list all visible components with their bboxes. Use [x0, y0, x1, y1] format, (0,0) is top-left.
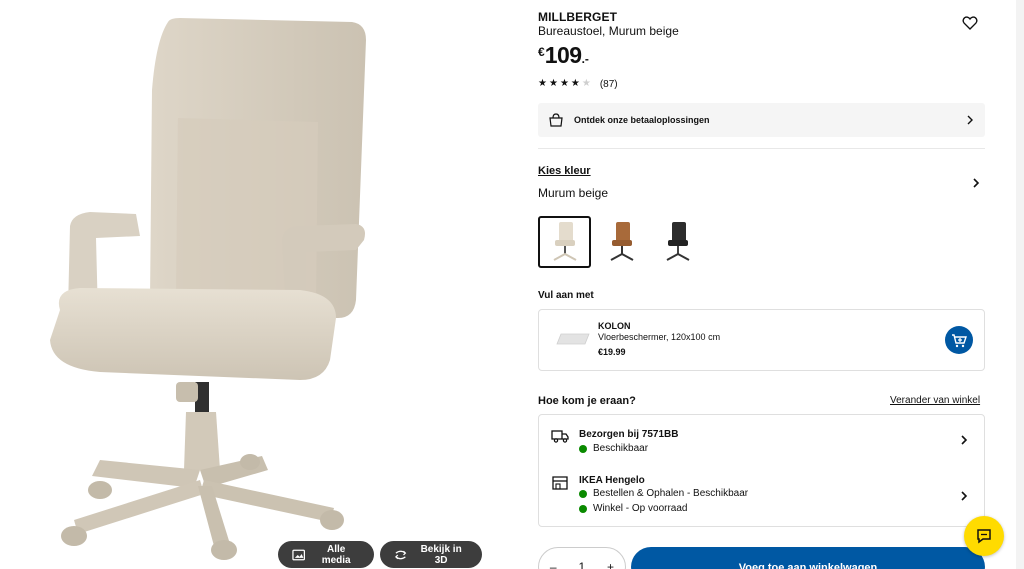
divider: [538, 148, 985, 149]
chat-icon: [977, 529, 991, 544]
delivery-card: Bezorgen bij 7571BB Beschikbaar IKEA Hen…: [538, 414, 985, 527]
star-icon: ★: [570, 78, 580, 89]
color-swatch-brown[interactable]: [595, 216, 648, 268]
all-media-button[interactable]: Alle media: [278, 541, 374, 568]
addon-price: €19.99: [598, 347, 626, 357]
color-swatch-beige[interactable]: [538, 216, 591, 268]
price-integer: 109: [544, 42, 582, 68]
delivery-option-row[interactable]: Bezorgen bij 7571BB Beschikbaar: [539, 415, 984, 466]
truck-icon: [551, 430, 569, 443]
price-currency: €: [538, 45, 545, 59]
delivery-heading: Hoe kom je eraan?: [538, 395, 636, 407]
increase-quantity-button[interactable]: +: [607, 560, 614, 569]
heart-icon[interactable]: [962, 15, 978, 31]
addon-name: KOLON: [598, 321, 631, 331]
store-stock-text: Winkel - Op voorraad: [593, 503, 688, 514]
payment-solutions-banner[interactable]: Ontdek onze betaaloplossingen: [538, 103, 985, 137]
review-count: (87): [599, 78, 618, 90]
product-image-area: Alle media Bekijk in 3D: [0, 0, 505, 569]
star-icon: ★: [548, 78, 558, 89]
payment-solutions-label: Ontdek onze betaaloplossingen: [574, 115, 710, 125]
chevron-right-icon[interactable]: [971, 178, 981, 188]
store-status-pickup: Bestellen & Ophalen - Beschikbaar: [579, 488, 748, 499]
chair-image[interactable]: [0, 0, 505, 569]
add-addon-to-cart-button[interactable]: [945, 326, 973, 354]
star-empty-icon: ★: [581, 78, 591, 89]
scrollbar[interactable]: [1016, 0, 1024, 569]
choose-color-link[interactable]: Kies kleur: [538, 165, 591, 177]
addon-heading: Vul aan met: [538, 290, 594, 301]
chair-thumbnail-black: [666, 222, 689, 261]
add-to-cart-button[interactable]: Voeg toe aan winkelwagen: [631, 547, 985, 569]
chair-thumbnail-brown: [610, 222, 633, 261]
chevron-right-icon: [961, 435, 968, 445]
chair-thumbnail-beige: [553, 222, 576, 261]
product-name: MILLBERGET: [538, 10, 617, 24]
rotate-3d-icon: [395, 550, 407, 559]
change-store-link[interactable]: Verander van winkel: [890, 395, 980, 406]
store-status-stock: Winkel - Op voorraad: [579, 503, 687, 514]
addon-description: Vloerbeschermer, 120x100 cm: [598, 332, 721, 342]
chevron-right-icon: [967, 115, 973, 125]
star-icon: ★: [538, 78, 547, 89]
price-decimal: .-: [581, 52, 589, 66]
availability-dot: [579, 489, 587, 498]
all-media-label: Alle media: [321, 543, 351, 566]
store-icon: [552, 476, 568, 490]
product-subtitle: Bureaustoel, Murum beige: [538, 24, 679, 38]
product-price: € 109 .-: [538, 42, 589, 68]
chevron-right-icon: [961, 491, 968, 501]
star-icon: ★: [559, 78, 569, 89]
availability-dot: [579, 444, 587, 453]
rating[interactable]: ★ ★ ★ ★ ★ (87): [538, 78, 618, 90]
decrease-quantity-button[interactable]: –: [550, 560, 557, 569]
color-swatch-black[interactable]: [651, 216, 704, 268]
gallery-icon: [292, 549, 306, 560]
delivery-title: Bezorgen bij 7571BB: [579, 429, 679, 440]
addon-card[interactable]: KOLON Vloerbeschermer, 120x100 cm €19.99: [538, 309, 985, 371]
chat-button[interactable]: [964, 516, 1004, 556]
view-3d-label: Bekijk in 3D: [420, 543, 462, 566]
delivery-status: Beschikbaar: [579, 443, 648, 454]
store-title: IKEA Hengelo: [579, 475, 645, 486]
floor-protector-thumbnail: [556, 333, 590, 345]
product-info-pane: MILLBERGET Bureaustoel, Murum beige € 10…: [538, 0, 986, 569]
selected-color-name: Murum beige: [538, 186, 609, 200]
cart-add-icon: [952, 334, 967, 348]
view-3d-button[interactable]: Bekijk in 3D: [380, 541, 482, 568]
quantity-value: 1: [578, 560, 586, 569]
delivery-status-text: Beschikbaar: [593, 443, 649, 454]
availability-dot: [579, 504, 587, 513]
quantity-stepper[interactable]: – 1 +: [538, 547, 626, 569]
store-option-row[interactable]: IKEA Hengelo Bestellen & Ophalen - Besch…: [539, 466, 984, 526]
shopping-bag-icon: [549, 113, 563, 127]
store-pickup-text: Bestellen & Ophalen - Beschikbaar: [593, 488, 749, 499]
